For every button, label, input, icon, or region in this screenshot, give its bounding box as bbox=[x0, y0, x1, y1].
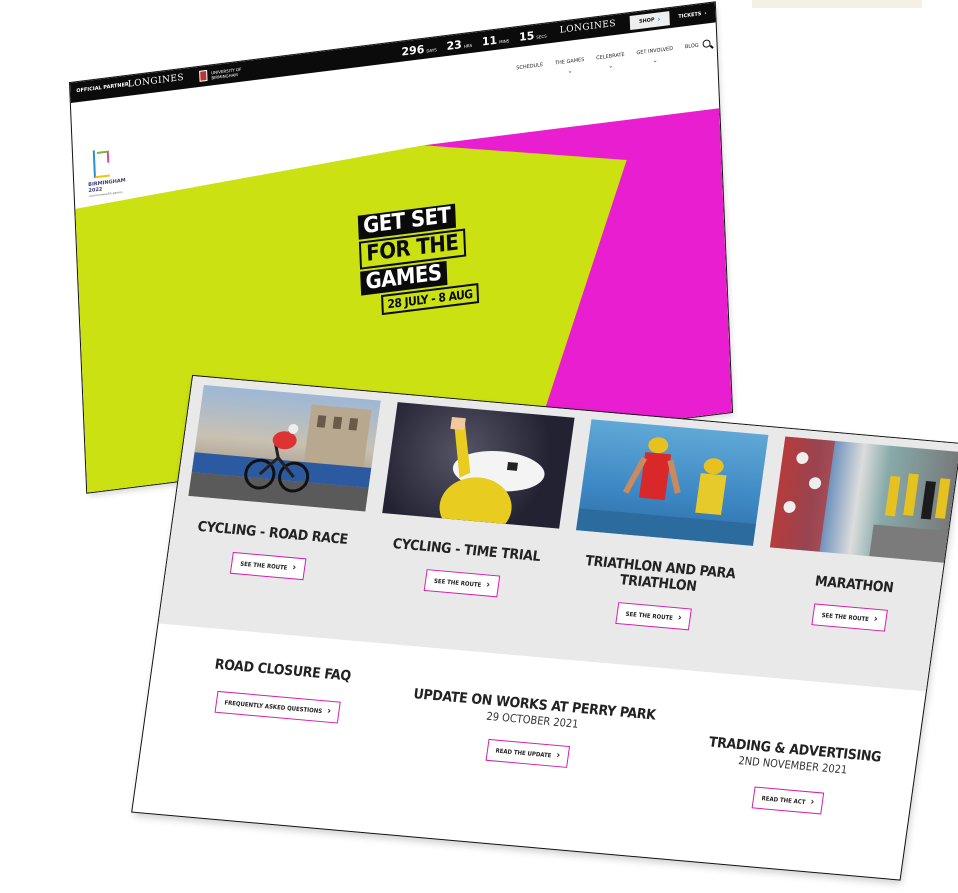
tickets-button[interactable]: TICKETS › bbox=[673, 6, 711, 25]
countdown: 296 DAYS 23 HRS 11 MINS 15 SECS bbox=[401, 27, 547, 59]
time-trial-image bbox=[439, 416, 545, 529]
hero-tagline: GET SET FOR THE GAMES 28 JULY - 8 AUG bbox=[357, 201, 479, 318]
trading-advertising: TRADING & ADVERTISING 2ND NOVEMBER 2021 … bbox=[682, 733, 900, 821]
shop-button[interactable]: SHOP › bbox=[629, 11, 670, 31]
corner-strip bbox=[752, 0, 922, 8]
route-card-marathon: MARATHON SEE THE ROUTE › bbox=[760, 436, 958, 636]
triathlon-photo[interactable] bbox=[576, 419, 769, 546]
chevron-right-icon: › bbox=[555, 749, 561, 762]
logo-mark-icon bbox=[92, 148, 110, 179]
info-title: ROAD CLOSURE FAQ bbox=[213, 656, 352, 685]
chevron-right-icon: › bbox=[485, 579, 491, 591]
chevron-right-icon: › bbox=[657, 15, 661, 24]
route-title: CYCLING - ROAD RACE bbox=[196, 518, 349, 548]
nav-blog[interactable]: BLOG bbox=[685, 43, 699, 61]
road-closure-faq: ROAD CLOSURE FAQ FREQUENTLY ASKED QUESTI… bbox=[167, 653, 393, 728]
nav-get-involved[interactable]: GET INVOLVED ⌄ bbox=[636, 46, 673, 67]
read-act-button[interactable]: READ THE ACT › bbox=[751, 786, 825, 815]
perry-park-update: UPDATE ON WORKS AT PERRY PARK 29 OCTOBER… bbox=[402, 686, 660, 775]
road-race-photo[interactable] bbox=[188, 384, 381, 512]
search-icon[interactable] bbox=[702, 39, 711, 49]
partner-logo[interactable]: LONGINES bbox=[128, 73, 185, 90]
countdown-minutes: 11 MINS bbox=[481, 33, 510, 49]
nav-celebrate[interactable]: CELEBRATE ⌄ bbox=[596, 52, 625, 72]
route-title: TRIATHLON AND PARA TRIATHLON bbox=[584, 553, 737, 595]
cyclist-image bbox=[188, 404, 372, 512]
triathlon-image bbox=[576, 437, 756, 546]
chevron-down-icon: ⌄ bbox=[608, 62, 614, 70]
partner-logo-right[interactable]: LONGINES bbox=[560, 19, 617, 36]
official-partner-label: OFFICIAL PARTNER bbox=[76, 81, 129, 95]
time-trial-photo[interactable] bbox=[382, 402, 575, 529]
chevron-right-icon: › bbox=[326, 705, 332, 717]
chevron-right-icon: › bbox=[809, 796, 815, 808]
countdown-days: 296 DAYS bbox=[401, 42, 437, 59]
route-card-triathlon: TRIATHLON AND PARA TRIATHLON SEE THE ROU… bbox=[564, 419, 769, 635]
route-card-time-trial: CYCLING - TIME TRIAL SEE THE ROUTE › bbox=[372, 402, 575, 602]
university-name[interactable]: UNIVERSITY OF BIRMINGHAM bbox=[211, 65, 251, 81]
chevron-right-icon: › bbox=[677, 612, 683, 624]
university-crest-icon bbox=[199, 69, 208, 82]
chevron-right-icon: › bbox=[291, 562, 297, 574]
route-title: MARATHON bbox=[813, 573, 895, 597]
chevron-down-icon: ⌄ bbox=[567, 67, 573, 76]
nav-schedule[interactable]: SCHEDULE bbox=[516, 62, 544, 81]
countdown-hours: 23 HRS bbox=[446, 38, 473, 53]
chevron-down-icon: ⌄ bbox=[652, 56, 658, 65]
nav-the-games[interactable]: THE GAMES ⌄ bbox=[555, 57, 585, 77]
chevron-right-icon: › bbox=[704, 10, 707, 17]
marathon-photo[interactable] bbox=[769, 436, 958, 563]
marathon-image bbox=[769, 436, 952, 563]
routes-page-screenshot: CYCLING - ROAD RACE SEE THE ROUTE › CYCL… bbox=[132, 376, 958, 880]
read-update-button[interactable]: READ THE UPDATE › bbox=[485, 738, 571, 768]
chevron-right-icon: › bbox=[873, 613, 879, 625]
faq-button[interactable]: FREQUENTLY ASKED QUESTIONS › bbox=[214, 690, 342, 724]
route-title: CYCLING - TIME TRIAL bbox=[391, 536, 542, 565]
countdown-seconds: 15 SECS bbox=[518, 29, 547, 44]
route-card-road-race: CYCLING - ROAD RACE SEE THE ROUTE › bbox=[178, 384, 381, 585]
main-nav: SCHEDULE THE GAMES ⌄ CELEBRATE ⌄ GET INV… bbox=[516, 43, 699, 82]
